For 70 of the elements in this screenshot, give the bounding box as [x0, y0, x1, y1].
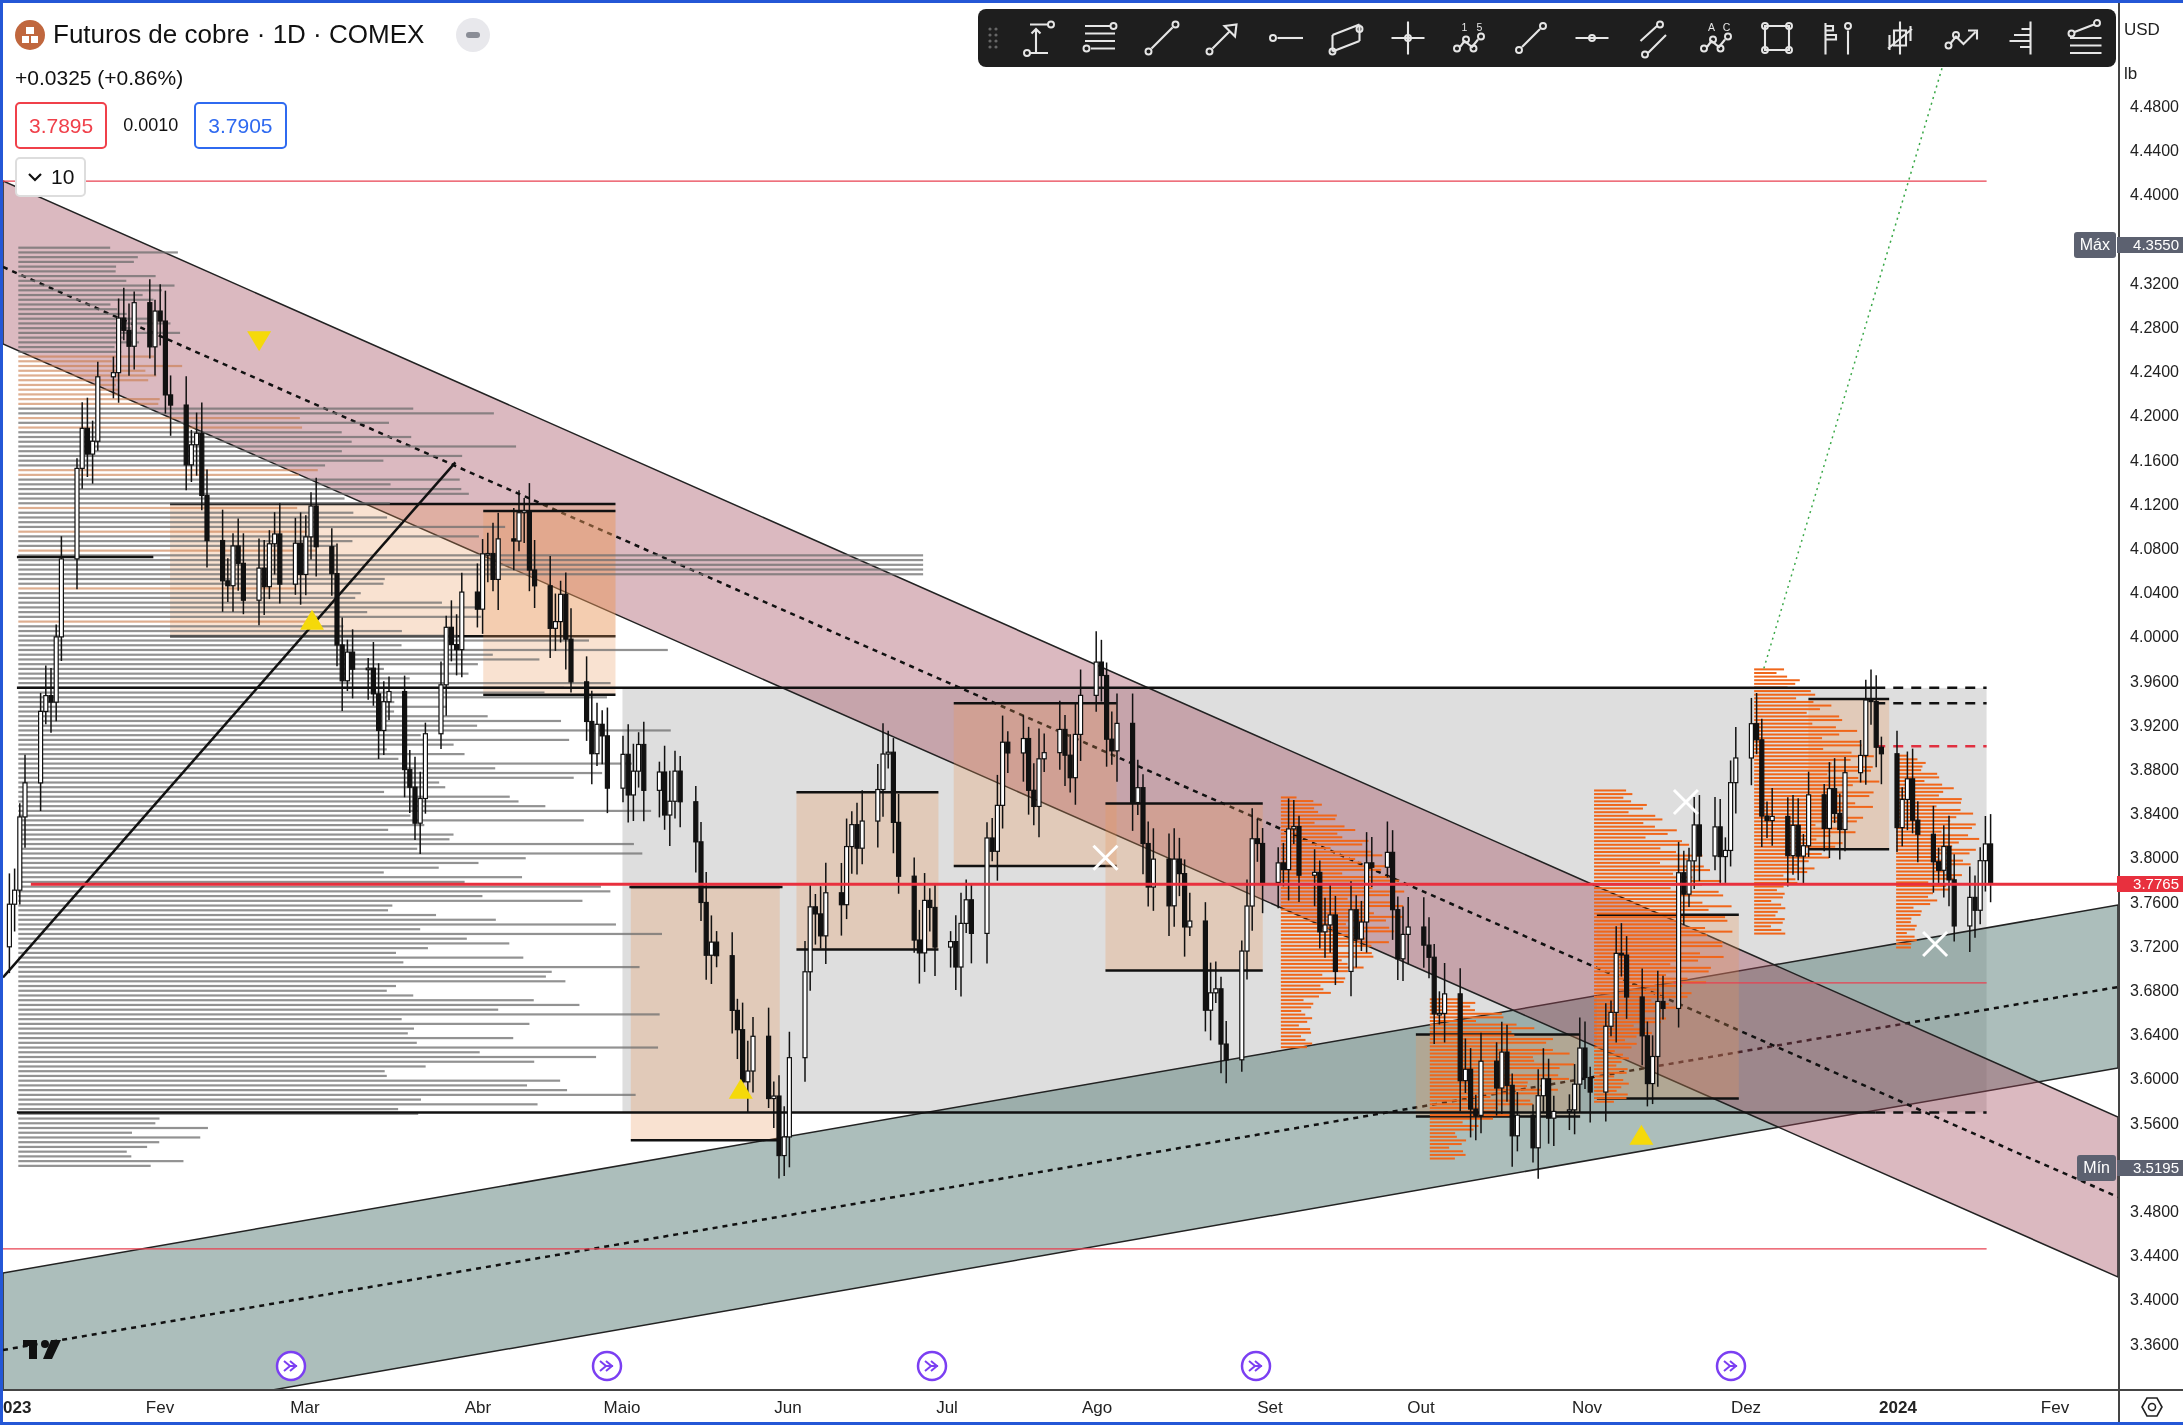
- price-tick: 3.7200: [2130, 938, 2179, 955]
- price-tick: 4.0400: [2130, 585, 2179, 602]
- price-tick: 3.8000: [2130, 850, 2179, 867]
- price-tick: 4.4800: [2130, 99, 2179, 115]
- max-price-label: 4.3550: [2117, 237, 2183, 254]
- event-icon: [1715, 1350, 1747, 1382]
- buy-price-button[interactable]: 3.7905: [194, 101, 287, 149]
- drag-handle-icon[interactable]: [988, 27, 998, 49]
- indicators-toggle[interactable]: 10: [15, 157, 87, 197]
- price-tick: 4.4400: [2130, 143, 2179, 160]
- settings-icon[interactable]: [2140, 1395, 2163, 1418]
- event-icon: [591, 1350, 623, 1382]
- price-tick: 4.3200: [2130, 275, 2179, 292]
- max-tag: Máx: [2073, 232, 2116, 259]
- price-tick: 4.2000: [2130, 408, 2179, 425]
- cross-marker-icon: [1672, 788, 1700, 816]
- cross-marker-icon: [1921, 930, 1949, 958]
- sell-price-button[interactable]: 3.7895: [15, 101, 108, 149]
- price-tick: 3.5600: [2130, 1115, 2179, 1132]
- price-tick: 3.6000: [2130, 1071, 2179, 1088]
- price-tick: 3.9600: [2130, 673, 2179, 690]
- time-label: Maio: [603, 1397, 641, 1419]
- time-label: Fev: [145, 1397, 175, 1419]
- price-tick: 3.3600: [2130, 1336, 2179, 1353]
- time-label: Mar: [290, 1397, 320, 1419]
- triangle-marker-icon: [247, 331, 272, 352]
- time-label: Fev: [2040, 1397, 2070, 1419]
- price-change: +0.0325 (+0.86%): [15, 65, 185, 91]
- logo-icon: [23, 1340, 61, 1359]
- price-tick: 3.4000: [2130, 1292, 2179, 1309]
- time-label: Jul: [936, 1397, 958, 1419]
- chevron-icon: [27, 171, 43, 182]
- price-tick: 3.6800: [2130, 983, 2179, 999]
- symbol-icon: [15, 19, 45, 50]
- price-tick: 4.4000: [2130, 187, 2179, 204]
- min-price-label: 3.5195: [2117, 1160, 2183, 1177]
- event-icon: [275, 1350, 307, 1382]
- price-tick: 4.0000: [2130, 629, 2179, 646]
- price-tick: 3.7600: [2130, 894, 2179, 911]
- spread-value: 0.0010: [123, 113, 179, 137]
- price-tick: 3.6400: [2130, 1027, 2179, 1044]
- triangle-marker-icon: [300, 609, 324, 630]
- time-label: 2024: [1879, 1397, 1917, 1419]
- time-label: Abr: [464, 1397, 492, 1419]
- time-label: Nov: [1571, 1397, 1603, 1419]
- price-tick: 4.2800: [2130, 320, 2179, 336]
- triangle-marker-icon: [1629, 1124, 1654, 1145]
- time-label: Out: [1407, 1397, 1435, 1419]
- price-tick: 3.4800: [2130, 1204, 2179, 1220]
- price-tick: 3.9200: [2130, 717, 2179, 734]
- price-tick: 4.1600: [2130, 452, 2179, 469]
- time-label: Jun: [774, 1397, 802, 1419]
- time-label: Dez: [1730, 1397, 1762, 1419]
- event-icon: [916, 1350, 948, 1382]
- price-tick: 3.8800: [2130, 762, 2179, 778]
- time-label: Set: [1257, 1397, 1283, 1419]
- current-price-label: 3.7765: [2117, 876, 2183, 893]
- time-label: 023: [3, 1397, 32, 1419]
- min-tag: Mín: [2077, 1155, 2116, 1182]
- price-tick: 4.0800: [2130, 541, 2179, 557]
- price-tick: 3.8400: [2130, 806, 2179, 823]
- price-tick: 4.1200: [2130, 496, 2179, 513]
- symbol-title: Futuros de cobre · 1D · COMEX: [53, 18, 425, 51]
- price-tick: 3.4400: [2130, 1248, 2179, 1265]
- cross-marker-icon: [1091, 844, 1119, 872]
- time-label: Ago: [1081, 1397, 1113, 1419]
- triangle-marker-icon: [728, 1078, 753, 1099]
- collapse-button[interactable]: [456, 17, 491, 52]
- price-tick: 4.2400: [2130, 364, 2179, 381]
- event-icon: [1240, 1350, 1272, 1382]
